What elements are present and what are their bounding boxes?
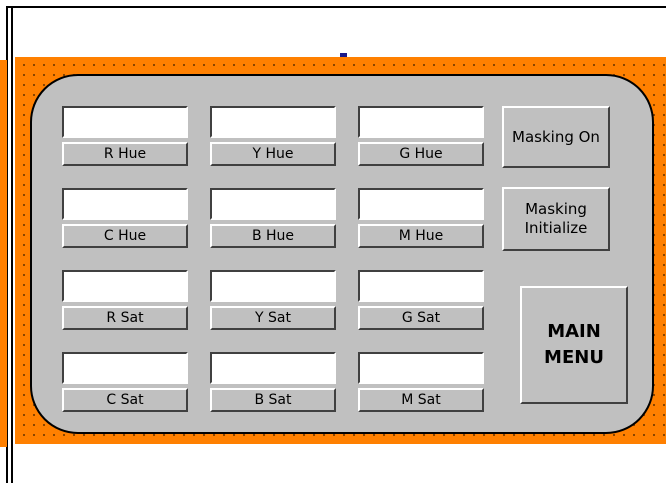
y-sat-button[interactable]: Y Sat — [210, 306, 336, 330]
c-sat-value-field[interactable] — [62, 352, 188, 384]
left-orange-strip — [0, 60, 7, 447]
masking-on-button[interactable]: Masking On — [502, 106, 610, 168]
window-border-inner-left — [11, 6, 13, 483]
y-hue-button[interactable]: Y Hue — [210, 142, 336, 166]
main-menu-button[interactable]: MAIN MENU — [520, 286, 628, 404]
g-hue-value-field[interactable] — [358, 106, 484, 138]
c-hue-value-field[interactable] — [62, 188, 188, 220]
g-sat-value-field[interactable] — [358, 270, 484, 302]
r-hue-value-field[interactable] — [62, 106, 188, 138]
c-sat-button[interactable]: C Sat — [62, 388, 188, 412]
r-sat-value-field[interactable] — [62, 270, 188, 302]
blue-marker — [340, 53, 347, 57]
m-hue-button[interactable]: M Hue — [358, 224, 484, 248]
masking-initialize-button[interactable]: Masking Initialize — [502, 187, 610, 251]
b-sat-button[interactable]: B Sat — [210, 388, 336, 412]
masking-on-label: Masking On — [512, 127, 600, 146]
g-hue-button[interactable]: G Hue — [358, 142, 484, 166]
y-hue-value-field[interactable] — [210, 106, 336, 138]
y-sat-value-field[interactable] — [210, 270, 336, 302]
window-border-top — [6, 6, 666, 8]
m-sat-value-field[interactable] — [358, 352, 484, 384]
g-sat-button[interactable]: G Sat — [358, 306, 484, 330]
b-hue-value-field[interactable] — [210, 188, 336, 220]
b-hue-button[interactable]: B Hue — [210, 224, 336, 248]
r-sat-button[interactable]: R Sat — [62, 306, 188, 330]
c-hue-button[interactable]: C Hue — [62, 224, 188, 248]
masking-initialize-label: Masking Initialize — [524, 200, 588, 237]
r-hue-button[interactable]: R Hue — [62, 142, 188, 166]
m-hue-value-field[interactable] — [358, 188, 484, 220]
main-menu-label: MAIN MENU — [544, 320, 604, 368]
m-sat-button[interactable]: M Sat — [358, 388, 484, 412]
b-sat-value-field[interactable] — [210, 352, 336, 384]
